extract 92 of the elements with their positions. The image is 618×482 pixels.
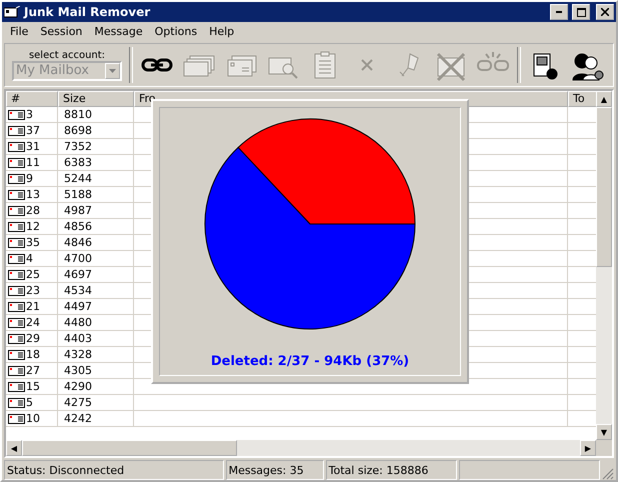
menu-item[interactable]: Help [203,25,240,38]
table-cell: 6383 [58,155,134,171]
mail-icon [8,286,25,296]
mail-icon [8,270,25,280]
window-title: Junk Mail Remover [24,5,152,19]
message-number: 9 [26,172,33,185]
message-number: 18 [26,348,40,361]
message-number: 3 [26,108,33,121]
message-number: 11 [26,156,40,169]
table-cell: 4242 [58,411,134,427]
mail-icon [8,318,25,328]
caret-icon [109,68,116,72]
column-header[interactable]: # [6,91,58,107]
account-label: select account: [28,50,106,60]
resize-grip-icon [602,468,614,480]
mail-icon [8,206,25,216]
menu-item[interactable]: File [4,25,34,38]
table-cell: 4987 [58,203,134,219]
message-number: 12 [26,220,40,233]
scroll-thumb[interactable] [22,440,237,456]
scrollbar-corner [596,440,612,456]
maximize-button[interactable] [572,4,590,20]
close-button[interactable] [596,4,614,20]
message-number: 4 [26,252,33,265]
scroll-right-button[interactable]: ▶ [580,440,596,456]
message-number: 13 [26,188,40,201]
status-field: Messages: 35 [226,460,324,480]
deleted-summary: Deleted: 2/37 - 94Kb (37%) [210,354,410,369]
mail-icon [8,190,25,200]
table-cell: 4305 [58,363,134,379]
table-cell: 4290 [58,379,134,395]
scroll-up-button[interactable]: ▲ [596,91,612,107]
app-icon [4,6,20,18]
mail-icon [8,238,25,248]
mail-icon [8,222,25,232]
message-number: 35 [26,236,40,249]
table-cell: 4403 [58,331,134,347]
mail-icon [8,174,25,184]
message-number: 15 [26,380,40,393]
table-cell: 4846 [58,235,134,251]
table-cell: 4700 [58,251,134,267]
mail-icon [8,366,25,376]
table-cell: 4328 [58,347,134,363]
message-number: 25 [26,268,40,281]
menu-item[interactable]: Options [148,25,204,38]
message-number: 27 [26,364,40,377]
horizontal-scrollbar[interactable]: ◀ ▶ [6,440,596,456]
table-cell: 7352 [58,139,134,155]
message-number: 29 [26,332,40,345]
status-field: Status: Disconnected [4,460,224,480]
message-number: 23 [26,284,40,297]
table-cell: 4856 [58,219,134,235]
message-number: 31 [26,140,40,153]
menu-item[interactable]: Session [34,25,88,38]
mail-icon [8,382,25,392]
scroll-thumb[interactable] [596,107,612,267]
column-header[interactable]: Size [58,91,134,107]
mail-icon [8,110,25,120]
close-icon [601,8,609,16]
minimize-icon [556,11,562,13]
table-cell: 4534 [58,283,134,299]
table-cell: 4697 [58,267,134,283]
scroll-down-button[interactable]: ▼ [596,424,612,440]
minimize-button[interactable] [550,4,568,20]
maximize-icon [576,8,586,16]
vertical-scrollbar[interactable]: ▲ ▼ [596,91,612,440]
table-cell: 5244 [58,171,134,187]
mail-icon [8,158,25,168]
table-cell: 5188 [58,187,134,203]
status-field: Total size: 158886 [326,460,458,480]
mail-icon [8,302,25,312]
table-cell: 8810 [58,107,134,123]
mail-icon [8,126,25,136]
mail-icon [8,142,25,152]
mail-icon [8,334,25,344]
mail-icon [8,398,25,408]
mail-icon [8,350,25,360]
message-number: 5 [26,396,33,409]
message-number: 24 [26,316,40,329]
menu-item[interactable]: Message [88,25,149,38]
table-cell: 4480 [58,315,134,331]
message-number: 21 [26,300,40,313]
table-cell: 8698 [58,123,134,139]
message-number: 28 [26,204,40,217]
scroll-left-button[interactable]: ◀ [6,440,22,456]
message-number: 37 [26,124,40,137]
message-number: 10 [26,412,40,425]
mail-icon [8,414,25,424]
column-header[interactable]: To [568,91,596,107]
mail-icon [8,254,25,264]
table-cell: 4275 [58,395,134,411]
table-cell: 4497 [58,299,134,315]
